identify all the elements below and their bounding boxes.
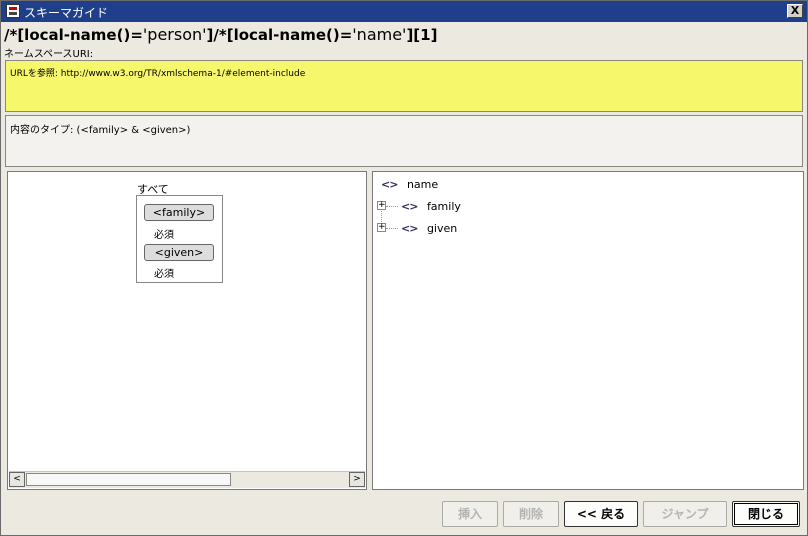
scroll-right-button[interactable]: > (349, 472, 365, 487)
tree-item-family[interactable]: <> family (401, 200, 461, 213)
family-occurrence-label: 必須 (154, 230, 174, 241)
back-button[interactable]: << 戻る (564, 501, 638, 527)
xpath-literal: 'name' (352, 25, 407, 44)
given-occurrence-label: 必須 (154, 269, 174, 280)
schema-diagram-pane: すべて <family> 必須 <given> 必須 < > (7, 171, 367, 490)
delete-button[interactable]: 削除 (503, 501, 559, 527)
tree-connector (386, 206, 398, 207)
element-icon: <> (381, 178, 398, 191)
xpath-literal: 'person' (142, 25, 207, 44)
window-close-button[interactable]: X (787, 4, 803, 18)
horizontal-scrollbar[interactable]: < > (9, 471, 365, 488)
xpath-part: ][1] (406, 26, 438, 44)
content-type-text: 内容のタイプ: (<family> & <given>) (10, 125, 191, 136)
jump-button[interactable]: ジャンプ (643, 501, 727, 527)
expand-family-icon[interactable]: + (377, 201, 386, 210)
scroll-left-button[interactable]: < (9, 472, 25, 487)
close-dialog-button[interactable]: 閉じる (732, 501, 800, 527)
schema-tree-pane: <> name + <> family + <> given (372, 171, 804, 490)
schema-guide-window: スキーマガイド X /*[local-name()='person']/*[lo… (0, 0, 808, 536)
tree-item-label: family (426, 200, 461, 213)
tree-item-label: given (426, 222, 458, 235)
url-reference-text[interactable]: URLを参照: http://www.w3.org/TR/xmlschema-1… (10, 66, 305, 79)
element-icon: <> (401, 200, 418, 213)
xpath-part: /*[local-name()= (4, 26, 143, 44)
insert-button[interactable]: 挿入 (442, 501, 498, 527)
window-title: スキーマガイド (24, 6, 109, 20)
namespace-uri-label: ネームスペースURI: (4, 49, 94, 60)
tree-item-given[interactable]: <> given (401, 222, 457, 235)
family-element-box[interactable]: <family> (144, 204, 214, 221)
content-type-panel: 内容のタイプ: (<family> & <given>) (5, 115, 803, 167)
all-compositor-box: <family> 必須 <given> 必須 (136, 195, 223, 283)
scroll-thumb[interactable] (26, 473, 231, 486)
url-panel: URLを参照: http://www.w3.org/TR/xmlschema-1… (5, 60, 803, 112)
tree-item-label: name (406, 178, 439, 191)
xpath-part: ]/*[local-name()= (206, 26, 353, 44)
given-element-box[interactable]: <given> (144, 244, 214, 261)
tree-connector (386, 228, 398, 229)
title-bar: スキーマガイド X (1, 1, 807, 22)
xpath-display: /*[local-name()='person']/*[local-name()… (4, 25, 437, 44)
app-icon (6, 4, 20, 18)
tree-item-name[interactable]: <> name (381, 178, 438, 191)
expand-given-icon[interactable]: + (377, 223, 386, 232)
element-icon: <> (401, 222, 418, 235)
